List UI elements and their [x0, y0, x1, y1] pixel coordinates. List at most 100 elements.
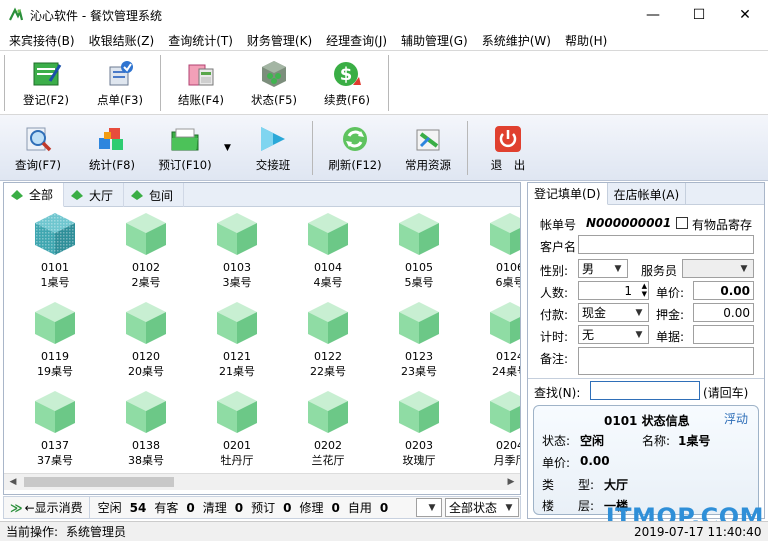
tab-hall[interactable]: 大厅: [64, 183, 125, 207]
menu-manager[interactable]: 经理查询(J): [319, 32, 394, 49]
table-name: 3桌号: [222, 276, 252, 289]
query-label: 查询(F7): [15, 158, 61, 172]
payment-label: 付款:: [540, 308, 569, 322]
table-item[interactable]: 0201 牡丹厅: [202, 387, 272, 473]
table-grid: 0101 1桌号 0102 2桌号 0103 3桌号 0104 4桌号 0105 5桌号 0106 6…: [4, 209, 520, 473]
resources-button[interactable]: 常用资源: [398, 117, 458, 179]
float-link[interactable]: 浮动: [724, 410, 748, 427]
reserve-dropdown-arrow[interactable]: ▼: [224, 143, 231, 153]
table-name: 23桌号: [401, 365, 437, 378]
filter-empty-select[interactable]: ▼: [416, 498, 442, 517]
menu-query[interactable]: 查询统计(T): [161, 32, 240, 49]
deposit-items-label: 有物品寄存: [692, 218, 753, 232]
table-name: 6桌号: [495, 276, 521, 289]
refresh-button[interactable]: 刷新(F12): [325, 117, 385, 179]
table-code: 0104: [314, 261, 342, 274]
menu-finance[interactable]: 财务管理(K): [240, 32, 319, 49]
doc-input[interactable]: [693, 325, 754, 344]
menu-help[interactable]: 帮助(H): [558, 32, 614, 49]
horizontal-scrollbar[interactable]: ◀ ▶: [4, 473, 520, 490]
tab-hall-label: 大厅: [89, 188, 114, 203]
find-input[interactable]: [590, 381, 700, 400]
minimize-button[interactable]: —: [630, 0, 676, 30]
table-cube-icon: [308, 213, 348, 255]
table-item[interactable]: 0122 22桌号: [293, 298, 363, 384]
maximize-button[interactable]: ☐: [676, 0, 722, 30]
stepper-arrows-icon[interactable]: ▲ ▼: [642, 282, 647, 298]
menu-auxiliary[interactable]: 辅助管理(G): [394, 32, 475, 49]
waiter-select[interactable]: ▼: [682, 259, 754, 278]
timing-select[interactable]: 无 ▼: [578, 325, 649, 344]
deposit-input[interactable]: 0.00: [693, 303, 754, 322]
reserve-label: 预订(F10): [158, 158, 212, 172]
scroll-thumb[interactable]: [24, 477, 174, 487]
tab-all[interactable]: 全部: [4, 183, 65, 207]
status-button[interactable]: 状态(F5): [244, 52, 304, 114]
table-item[interactable]: 0119 19桌号: [20, 298, 90, 384]
table-cube-icon: [490, 391, 520, 433]
scroll-right-icon[interactable]: ▶: [504, 475, 518, 489]
toolbar-primary: 登记(F2) 点单(F3) 结账(F4) 状态(F5) $ 续费(F6): [0, 50, 768, 115]
table-code: 0101: [41, 261, 69, 274]
table-item[interactable]: 0104 4桌号: [293, 209, 363, 295]
table-cube-icon: [490, 302, 520, 344]
table-item[interactable]: 0102 2桌号: [111, 209, 181, 295]
tab-register-form[interactable]: 登记填单(D): [528, 183, 608, 205]
stats-button[interactable]: 统计(F8): [82, 117, 142, 179]
customer-input[interactable]: [578, 235, 754, 254]
show-consumption-button[interactable]: ≫ ← 显示消费: [4, 497, 90, 518]
notes-textarea[interactable]: [578, 347, 754, 375]
table-item[interactable]: 0123 23桌号: [384, 298, 454, 384]
extend-button[interactable]: $ 续费(F6): [317, 52, 377, 114]
info-type-label: 类 型:: [542, 478, 595, 492]
gender-select[interactable]: 男 ▼: [578, 259, 628, 278]
people-stepper[interactable]: 1 ▲ ▼: [578, 281, 649, 300]
chevron-down-icon: ▼: [635, 307, 643, 318]
order-button[interactable]: 点单(F3): [90, 52, 150, 114]
unit-price-input[interactable]: 0.00: [693, 281, 754, 300]
scroll-left-icon[interactable]: ◀: [6, 475, 20, 489]
close-button[interactable]: ✕: [722, 0, 768, 30]
menu-reception[interactable]: 来宾接待(B): [2, 32, 82, 49]
table-item[interactable]: 0121 21桌号: [202, 298, 272, 384]
menu-cashier[interactable]: 收银结账(Z): [82, 32, 162, 49]
menu-system[interactable]: 系统维护(W): [475, 32, 558, 49]
status-filter-select[interactable]: 全部状态 ▼: [445, 498, 519, 517]
table-cube-icon: [217, 213, 257, 255]
find-label: 查找(N):: [534, 386, 581, 400]
area-icon: [11, 189, 23, 200]
app-logo-icon: [9, 7, 24, 21]
table-code: 0119: [41, 350, 69, 363]
table-item[interactable]: 0202 兰花厅: [293, 387, 363, 473]
table-item[interactable]: 0101 1桌号: [20, 209, 90, 295]
chevron-down-icon: ▼: [428, 502, 436, 513]
table-item[interactable]: 0105 5桌号: [384, 209, 454, 295]
checkout-button[interactable]: 结账(F4): [171, 52, 231, 114]
stat-occupied: 有客 0: [154, 501, 195, 515]
tab-private-room[interactable]: 包间: [124, 183, 185, 207]
deposit-items-checkbox[interactable]: [676, 217, 688, 229]
tab-all-label: 全部: [29, 188, 54, 202]
query-button[interactable]: 查询(F7): [8, 117, 68, 179]
payment-select[interactable]: 现金 ▼: [578, 303, 649, 322]
tab-bills[interactable]: 在店帐单(A): [608, 183, 687, 205]
register-button[interactable]: 登记(F2): [16, 52, 76, 114]
info-type-value: 大厅: [604, 478, 629, 492]
table-item[interactable]: 0137 37桌号: [20, 387, 90, 473]
table-item[interactable]: 0138 38桌号: [111, 387, 181, 473]
table-item[interactable]: 0124 24桌号: [475, 298, 520, 384]
exit-button[interactable]: 退 出: [478, 117, 538, 179]
people-label: 人数:: [540, 286, 569, 300]
table-item[interactable]: 0204 月季厅: [475, 387, 520, 473]
handover-button[interactable]: 交接班: [243, 117, 303, 179]
checkout-label: 结账(F4): [178, 93, 224, 107]
folder-icon: [171, 128, 199, 151]
table-item[interactable]: 0120 20桌号: [111, 298, 181, 384]
table-item[interactable]: 0106 6桌号: [475, 209, 520, 295]
reserve-button[interactable]: 预订(F10): [155, 117, 215, 179]
table-item[interactable]: 0203 玫瑰厅: [384, 387, 454, 473]
table-name: 38桌号: [128, 454, 164, 467]
table-item[interactable]: 0103 3桌号: [202, 209, 272, 295]
table-code: 0204: [496, 439, 520, 452]
table-code: 0123: [405, 350, 433, 363]
